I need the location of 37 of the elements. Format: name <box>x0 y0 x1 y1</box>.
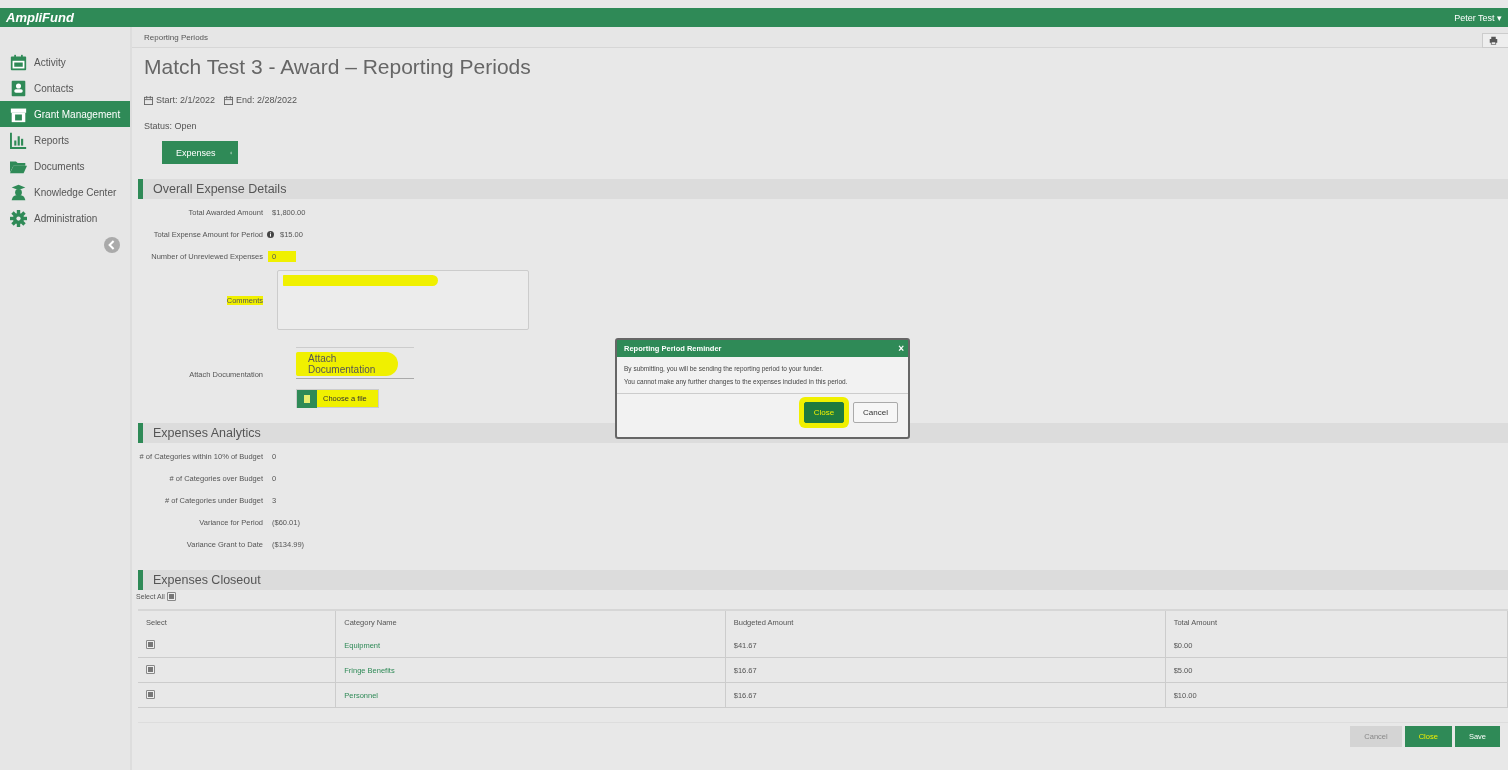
section-title: Expenses Analytics <box>153 426 261 440</box>
start-date: Start: 2/1/2022 <box>156 95 216 105</box>
info-icon[interactable] <box>267 230 274 238</box>
calendar-icon <box>144 95 153 105</box>
breadcrumb[interactable]: Reporting Periods <box>144 32 209 42</box>
section-title: Expenses Closeout <box>153 573 261 587</box>
sidebar-item[interactable]: Contacts <box>0 75 130 101</box>
page-title: Match Test 3 - Award – Reporting Periods <box>144 55 532 80</box>
sidebar-item[interactable]: Knowledge Center <box>0 179 130 205</box>
bar-chart-icon <box>10 131 27 149</box>
sidebar-item[interactable]: Grant Management <box>0 101 130 127</box>
graduate-icon <box>10 183 27 201</box>
file-icon <box>297 389 317 408</box>
end-date: End: 2/28/2022 <box>236 95 298 105</box>
expenses-button[interactable]: Expenses <box>162 141 238 164</box>
checkbox[interactable] <box>166 592 176 601</box>
checkbox[interactable] <box>146 664 155 674</box>
contact-card-icon <box>10 79 27 97</box>
user-menu[interactable]: Peter Test ▾ <box>1454 12 1502 23</box>
calendar-icon <box>224 95 234 105</box>
sidebar-item[interactable]: Documents <box>0 153 130 179</box>
sidebar-item[interactable]: Reports <box>0 127 130 153</box>
sidebar-item[interactable]: Activity <box>0 49 130 75</box>
checkbox[interactable] <box>146 639 155 649</box>
section-title: Overall Expense Details <box>153 182 287 196</box>
cancel-button[interactable]: Cancel <box>853 402 898 423</box>
printer-icon <box>1489 35 1498 45</box>
checkbox[interactable] <box>146 689 155 699</box>
sidebar-item[interactable]: Administration <box>0 205 130 231</box>
status-text: Status: Open <box>144 121 198 131</box>
collapse-icon[interactable] <box>104 237 120 253</box>
comments-field[interactable] <box>277 270 529 330</box>
app-logo: AmpliFund <box>6 10 74 25</box>
close-button[interactable]: × <box>898 343 904 354</box>
gear-icon <box>10 209 27 227</box>
calendar-icon <box>10 53 27 71</box>
print-button[interactable] <box>1482 32 1508 48</box>
